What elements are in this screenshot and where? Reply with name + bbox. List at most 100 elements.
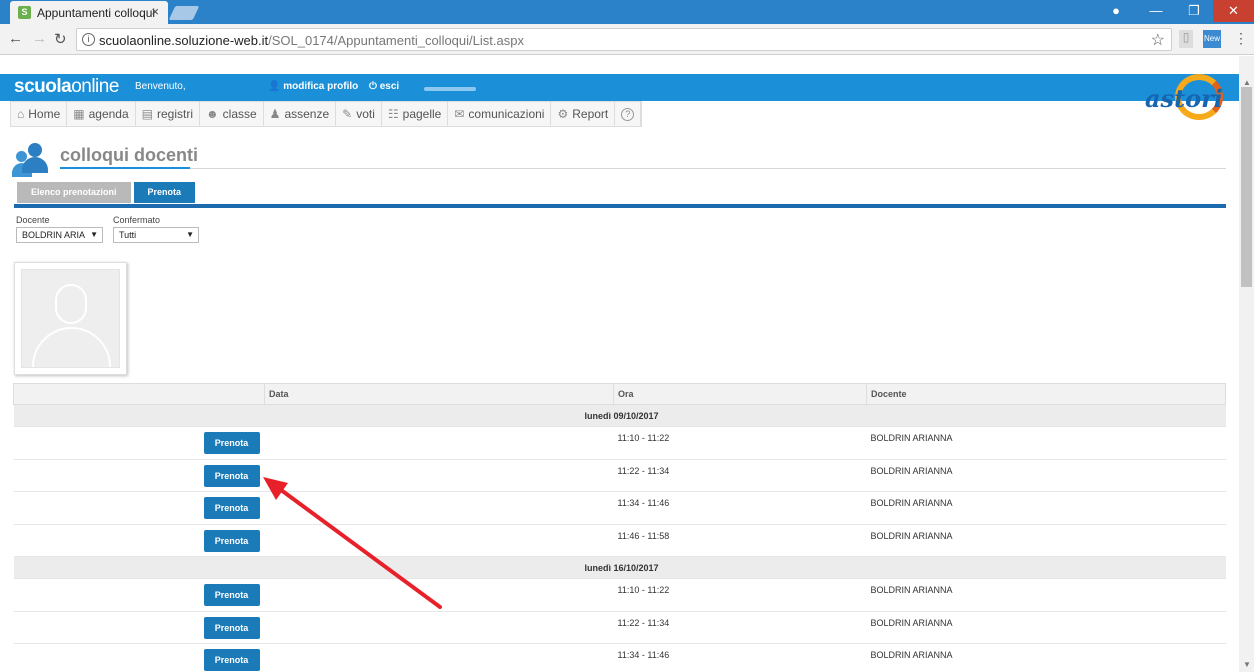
table-header-row: Data Ora Docente: [13, 383, 1226, 405]
profile-icon[interactable]: ●: [1097, 0, 1135, 22]
prenota-button[interactable]: Prenota: [203, 464, 260, 487]
menu-item-label: comunicazioni: [468, 107, 545, 121]
docente-cell: BOLDRIN ARIANNA: [866, 643, 1226, 672]
table-row: Prenota 11:46 - 11:58 BOLDRIN ARIANNA: [13, 523, 1226, 557]
page-tabs: Elenco prenotazioni Prenota: [17, 182, 196, 203]
maximize-button[interactable]: ❐: [1175, 0, 1213, 22]
welcome-text: Benvenuto,: [135, 81, 186, 92]
menu-item-voti[interactable]: ✎ voti: [336, 102, 382, 126]
docente-cell: BOLDRIN ARIANNA: [866, 491, 1226, 524]
confermato-value: Tutti: [119, 230, 137, 240]
menu-item-assenze[interactable]: ♟ assenze: [264, 102, 337, 126]
scroll-down-icon[interactable]: ▼: [1243, 660, 1251, 669]
new-tab-button[interactable]: [168, 6, 200, 20]
tab-prenota[interactable]: Prenota: [133, 182, 196, 203]
action-cell: Prenota: [13, 491, 265, 524]
bookmark-star-icon[interactable]: ☆: [1151, 30, 1165, 50]
data-cell: [264, 643, 614, 672]
close-window-button[interactable]: ✕: [1213, 0, 1254, 22]
menu-item-classe[interactable]: ☻ classe: [200, 102, 264, 126]
browser-titlebar: S Appuntamenti colloqui × ● — ❐ ✕: [0, 0, 1254, 24]
data-cell: [264, 426, 614, 459]
gear-icon: ⚙: [557, 107, 569, 121]
register-icon: ▤: [141, 107, 153, 121]
date-group-label: lunedì 16/10/2017: [13, 556, 1226, 579]
appointments-table: Data Ora Docente lunedì 09/10/2017 Prenot…: [13, 383, 1226, 672]
data-cell: [264, 523, 614, 557]
absence-icon: ♟: [269, 107, 281, 121]
prenota-button[interactable]: Prenota: [203, 616, 260, 639]
data-cell: [264, 491, 614, 524]
dropdown-arrow-icon: ▼: [186, 230, 194, 239]
minimize-button[interactable]: —: [1137, 0, 1175, 22]
menu-item-label: pagelle: [402, 107, 442, 121]
url-host: scuolaonline.soluzione-web.it: [99, 33, 269, 48]
scrollbar-thumb[interactable]: [1241, 87, 1252, 287]
action-cell: Prenota: [13, 578, 265, 611]
ora-cell: 11:34 - 11:46: [613, 643, 867, 672]
ora-cell: 11:10 - 11:22: [613, 578, 867, 611]
menu-item-label: Report: [572, 107, 609, 121]
col-header-actions: [13, 383, 265, 405]
docente-select[interactable]: BOLDRIN ARIA ▼: [16, 227, 103, 243]
docente-cell: BOLDRIN ARIANNA: [866, 610, 1226, 644]
scuolaonline-logo[interactable]: scuolaonline: [14, 76, 119, 98]
edit-profile-link[interactable]: 👤 modifica profilo: [268, 81, 358, 92]
action-cell: Prenota: [13, 458, 265, 492]
logout-link[interactable]: ⏻ esci: [369, 81, 399, 92]
docente-cell: BOLDRIN ARIANNA: [866, 523, 1226, 557]
menu-item-comunicazioni[interactable]: ✉ comunicazioni: [448, 102, 552, 126]
prenota-button[interactable]: Prenota: [203, 649, 260, 671]
menu-item-agenda[interactable]: ▦ agenda: [67, 102, 136, 126]
table-row: Prenota 11:10 - 11:22 BOLDRIN ARIANNA: [13, 578, 1226, 611]
menu-item-report[interactable]: ⚙ Report: [551, 102, 616, 126]
info-icon[interactable]: i: [82, 33, 95, 46]
menu-item-help[interactable]: ?: [615, 102, 642, 126]
url-path: /SOL_0174/Appuntamenti_colloqui/List.asp…: [268, 33, 524, 48]
url-input[interactable]: i scuolaonline.soluzione-web.it/SOL_0174…: [76, 28, 1172, 51]
browser-menu-icon[interactable]: ⋮: [1234, 30, 1248, 48]
confermato-select[interactable]: Tutti ▼: [113, 227, 199, 243]
docente-label: Docente: [16, 215, 50, 225]
edit-icon: ✎: [342, 107, 353, 121]
ora-cell: 11:46 - 11:58: [613, 523, 867, 557]
prenota-button[interactable]: Prenota: [203, 432, 260, 454]
dropdown-arrow-icon: ▼: [90, 230, 98, 239]
ora-cell: 11:10 - 11:22: [613, 426, 867, 459]
action-cell: Prenota: [13, 643, 265, 672]
table-row: Prenota 11:22 - 11:34 BOLDRIN ARIANNA: [13, 458, 1226, 492]
pdf-extension-icon[interactable]: ▯: [1179, 30, 1193, 48]
menu-item-label: registri: [157, 107, 194, 121]
menu-item-label: agenda: [88, 107, 129, 121]
reload-icon[interactable]: ↻: [54, 30, 67, 48]
page-scrollbar[interactable]: ▲ ▼: [1239, 56, 1254, 672]
data-cell: [264, 610, 614, 644]
report-card-icon: ☷: [387, 107, 399, 121]
tab-close-icon[interactable]: ×: [151, 4, 159, 19]
forward-arrow-icon[interactable]: →: [32, 30, 47, 47]
ora-cell: 11:34 - 11:46: [613, 491, 867, 524]
new-extension-icon[interactable]: New: [1203, 30, 1221, 48]
teachers-icon: [12, 143, 54, 177]
address-bar: ← → ↻ i scuolaonline.soluzione-web.it/SO…: [0, 24, 1254, 55]
docente-cell: BOLDRIN ARIANNA: [866, 458, 1226, 492]
action-cell: Prenota: [13, 523, 265, 557]
menu-item-registri[interactable]: ▤ registri: [136, 102, 201, 126]
tab-elenco-prenotazioni[interactable]: Elenco prenotazioni: [17, 182, 131, 203]
table-row: Prenota 11:10 - 11:22 BOLDRIN ARIANNA: [13, 426, 1226, 459]
prenota-button[interactable]: Prenota: [203, 584, 260, 606]
logo-light: online: [71, 76, 119, 97]
prenota-button[interactable]: Prenota: [203, 529, 260, 552]
help-icon: ?: [621, 107, 635, 121]
prenota-button[interactable]: Prenota: [203, 497, 260, 519]
browser-tab[interactable]: S Appuntamenti colloqui ×: [10, 1, 168, 24]
menu-item-home[interactable]: ⌂ Home: [11, 102, 68, 126]
loading-bar: [424, 87, 476, 91]
confermato-label: Confermato: [113, 215, 161, 225]
scroll-up-icon[interactable]: ▲: [1243, 78, 1251, 87]
back-arrow-icon[interactable]: ←: [8, 30, 23, 47]
docente-value: BOLDRIN ARIA: [22, 230, 86, 240]
menu-item-pagelle[interactable]: ☷ pagelle: [382, 102, 449, 126]
calendar-icon: ▦: [73, 107, 85, 121]
astori-logo: astori: [1145, 72, 1225, 124]
